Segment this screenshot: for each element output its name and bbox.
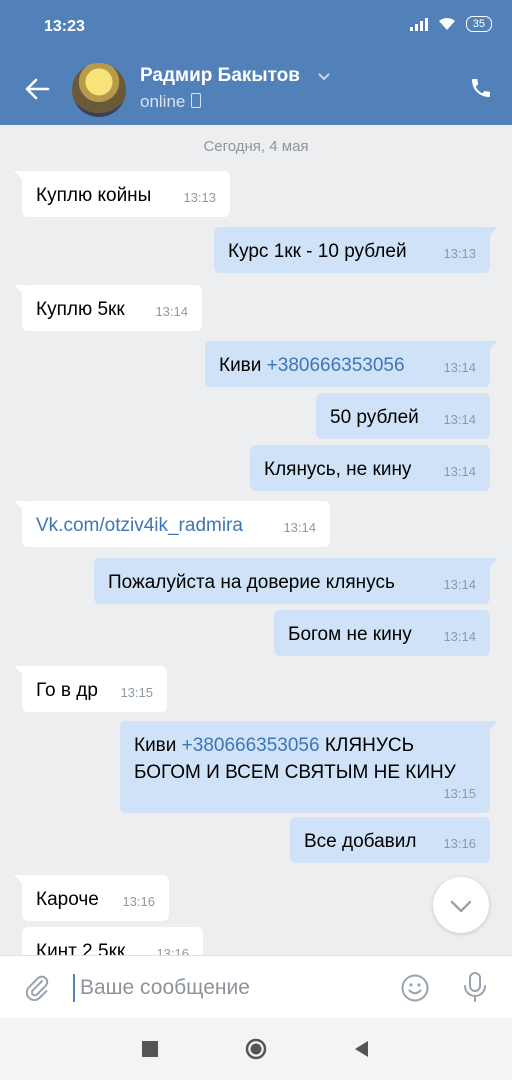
- message-time: 13:16: [443, 836, 476, 851]
- message-time: 13:14: [443, 464, 476, 479]
- message-bubble-incoming[interactable]: Кароче 13:16: [14, 875, 169, 921]
- message-bubble-outgoing[interactable]: Пожалуйста на доверие клянусь 13:14: [94, 558, 498, 604]
- home-icon[interactable]: [245, 1038, 267, 1060]
- status-bar-time: 13:23: [44, 18, 85, 35]
- message-text: Курс 1кк - 10 рублей: [228, 241, 407, 262]
- message-bubble-outgoing[interactable]: 50 рублей 13:14: [316, 393, 490, 439]
- profile-link[interactable]: Vk.com/otziv4ik_radmira: [36, 512, 243, 539]
- microphone-icon[interactable]: [461, 971, 489, 1003]
- message-time: 13:14: [283, 520, 316, 535]
- chevron-down-icon[interactable]: [317, 72, 331, 82]
- message-input[interactable]: [78, 969, 382, 1007]
- text-cursor: [73, 974, 75, 1002]
- message-text: 50 рублей: [330, 407, 419, 428]
- message-text-line2: БОГОМ И ВСЕМ СВЯТЫМ НЕ КИНУ: [134, 762, 456, 783]
- message-bubble-outgoing[interactable]: Клянусь, не кину 13:14: [250, 445, 490, 491]
- message-time: 13:15: [120, 685, 153, 700]
- message-bubble-incoming[interactable]: Куплю койны 13:13: [14, 171, 230, 217]
- paperclip-icon[interactable]: [22, 972, 52, 1002]
- message-time: 13:13: [443, 246, 476, 261]
- message-text: Куплю койны: [36, 185, 152, 206]
- wifi-icon: [438, 17, 455, 30]
- contact-status-text: online: [140, 92, 186, 111]
- message-text-suffix: КЛЯНУСЬ: [319, 735, 415, 756]
- phone-link[interactable]: +380666353056: [267, 355, 405, 376]
- message-text: Кинт 2.5кк: [36, 941, 126, 955]
- message-text-prefix: Киви: [219, 355, 267, 376]
- battery-indicator: 35: [465, 16, 492, 32]
- phone-call-icon[interactable]: [469, 76, 493, 100]
- chevron-down-icon: [450, 900, 472, 913]
- message-text: Все добавил: [304, 831, 417, 852]
- message-text: Куплю 5кк: [36, 299, 125, 320]
- emoji-icon[interactable]: [400, 973, 430, 1003]
- message-bubble-outgoing[interactable]: Все добавил 13:16: [290, 817, 490, 863]
- message-time: 13:14: [443, 412, 476, 427]
- message-time: 13:15: [443, 786, 476, 801]
- signal-icon: [409, 17, 428, 31]
- message-text: Го в др: [36, 680, 98, 701]
- message-time: 13:14: [443, 629, 476, 644]
- message-time: 13:16: [122, 894, 155, 909]
- message-time: 13:16: [156, 946, 189, 955]
- message-time: 13:14: [155, 304, 188, 319]
- system-navigation-bar: [0, 1018, 512, 1080]
- message-bubble-incoming[interactable]: Го в др 13:15: [14, 666, 167, 712]
- message-time: 13:13: [183, 190, 216, 205]
- message-text: Клянусь, не кину: [264, 459, 412, 480]
- message-bubble-incoming[interactable]: Куплю 5кк 13:14: [14, 285, 202, 331]
- message-composer: [0, 955, 512, 1019]
- status-bar-icons: 35: [409, 16, 492, 32]
- chat-header: 13:23 35 Радмир Бакытов online: [0, 0, 512, 125]
- message-time: 13:14: [443, 577, 476, 592]
- contact-status: online: [140, 92, 202, 112]
- message-bubble-incoming[interactable]: Vk.com/otziv4ik_radmira 13:14: [14, 501, 330, 547]
- message-text: Киви +380666353056 КЛЯНУСЬ: [134, 732, 414, 759]
- message-time: 13:14: [443, 360, 476, 375]
- message-text: Пожалуйста на доверие клянусь: [108, 572, 395, 593]
- mobile-device-icon: [191, 93, 202, 108]
- message-text: Киви +380666353056: [219, 352, 405, 379]
- date-separator: Сегодня, 4 мая: [203, 138, 309, 155]
- system-back-icon[interactable]: [352, 1039, 370, 1059]
- message-bubble-outgoing[interactable]: Киви +380666353056 13:14: [205, 341, 498, 387]
- message-text: Богом не кину: [288, 624, 412, 645]
- recent-apps-icon[interactable]: [142, 1041, 158, 1057]
- message-bubble-outgoing[interactable]: Киви +380666353056 КЛЯНУСЬ БОГОМ И ВСЕМ …: [120, 721, 498, 813]
- back-arrow-icon[interactable]: [22, 74, 52, 104]
- message-list[interactable]: Сегодня, 4 мая Куплю койны 13:13 Курс 1к…: [0, 125, 512, 955]
- message-bubble-outgoing[interactable]: Богом не кину 13:14: [274, 610, 490, 656]
- contact-name[interactable]: Радмир Бакытов: [140, 65, 300, 87]
- message-text: Кароче: [36, 889, 99, 910]
- scroll-to-bottom-button[interactable]: [433, 877, 489, 933]
- message-bubble-outgoing[interactable]: Курс 1кк - 10 рублей 13:13: [214, 227, 498, 273]
- phone-link[interactable]: +380666353056: [182, 735, 320, 756]
- message-text-prefix: Киви: [134, 735, 182, 756]
- message-bubble-incoming[interactable]: Кинт 2.5кк 13:16: [22, 927, 203, 955]
- contact-avatar[interactable]: [72, 63, 126, 117]
